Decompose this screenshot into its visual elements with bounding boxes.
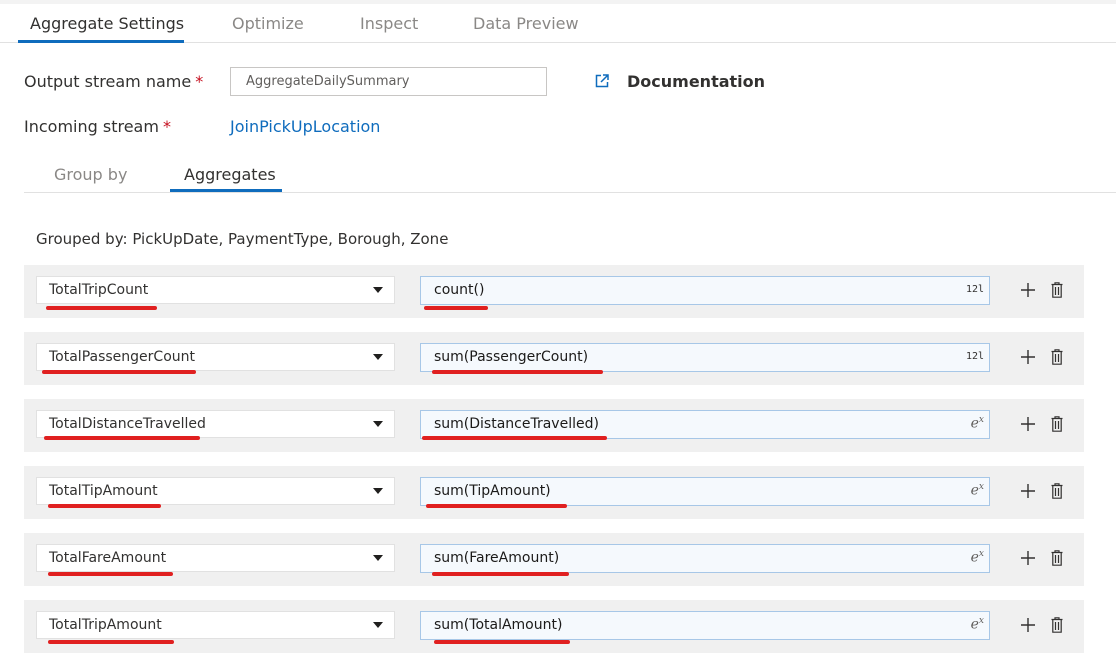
aggregate-row: TotalTripAmount sum(TotalAmount) ex: [24, 600, 1084, 653]
column-name-value: TotalTripCount: [49, 282, 149, 298]
expression-value: sum(DistanceTravelled): [434, 416, 599, 432]
grouped-by-text: Grouped by: PickUpDate, PaymentType, Bor…: [36, 230, 449, 248]
expression-input[interactable]: sum(DistanceTravelled) ex: [420, 410, 990, 439]
tab-aggregates[interactable]: Aggregates: [184, 165, 276, 184]
tab-data-preview[interactable]: Data Preview: [473, 14, 579, 33]
incoming-stream-link[interactable]: JoinPickUpLocation: [230, 117, 380, 136]
aggregate-row: TotalPassengerCount sum(PassengerCount) …: [24, 332, 1084, 385]
active-subtab-indicator: [170, 189, 282, 192]
red-underline-annotation: [46, 306, 157, 310]
expression-value: sum(PassengerCount): [434, 349, 589, 365]
aggregate-row: TotalTripCount count() 12l: [24, 265, 1084, 318]
tab-inspect[interactable]: Inspect: [360, 14, 418, 33]
output-stream-label: Output stream name *: [24, 72, 203, 91]
expression-value: sum(TotalAmount): [434, 617, 563, 633]
chevron-down-icon: [373, 287, 383, 293]
column-name-dropdown[interactable]: TotalDistanceTravelled: [36, 410, 395, 438]
trash-icon[interactable]: [1051, 483, 1063, 499]
red-underline-annotation: [48, 640, 174, 644]
red-underline-annotation: [42, 370, 196, 374]
column-name-value: TotalDistanceTravelled: [49, 416, 206, 432]
expression-value: sum(FareAmount): [434, 550, 560, 566]
trash-icon[interactable]: [1051, 416, 1063, 432]
column-name-dropdown[interactable]: TotalPassengerCount: [36, 343, 395, 371]
red-underline-annotation: [48, 572, 173, 576]
tab-group-by[interactable]: Group by: [54, 165, 127, 184]
aggregate-row: TotalFareAmount sum(FareAmount) ex: [24, 533, 1084, 586]
expression-input[interactable]: sum(FareAmount) ex: [420, 544, 990, 573]
red-underline-annotation: [434, 640, 570, 644]
column-name-value: TotalTipAmount: [49, 483, 158, 499]
trash-icon[interactable]: [1051, 349, 1063, 365]
output-stream-label-text: Output stream name: [24, 72, 192, 91]
expression-input[interactable]: sum(TipAmount) ex: [420, 477, 990, 506]
plus-icon[interactable]: [1020, 416, 1036, 432]
red-underline-annotation: [432, 370, 603, 374]
plus-icon[interactable]: [1020, 617, 1036, 633]
output-stream-name-input[interactable]: AggregateDailySummary: [230, 67, 547, 96]
documentation-link[interactable]: Documentation: [627, 72, 765, 91]
aggregate-row: TotalTipAmount sum(TipAmount) ex: [24, 466, 1084, 519]
trash-icon[interactable]: [1051, 282, 1063, 298]
incoming-stream-label: Incoming stream *: [24, 117, 171, 136]
incoming-stream-label-text: Incoming stream: [24, 117, 159, 136]
expression-type-icon: ex: [970, 482, 984, 499]
column-name-dropdown[interactable]: TotalFareAmount: [36, 544, 395, 572]
aggregate-row: TotalDistanceTravelled sum(DistanceTrave…: [24, 399, 1084, 452]
chevron-down-icon: [373, 421, 383, 427]
tab-optimize[interactable]: Optimize: [232, 14, 304, 33]
red-underline-annotation: [44, 436, 200, 440]
red-underline-annotation: [422, 436, 607, 440]
plus-icon[interactable]: [1020, 349, 1036, 365]
red-underline-annotation: [426, 504, 567, 508]
expression-type-icon: ex: [970, 415, 984, 432]
expression-value: sum(TipAmount): [434, 483, 551, 499]
column-name-dropdown[interactable]: TotalTripAmount: [36, 611, 395, 639]
red-underline-annotation: [424, 306, 488, 310]
expression-input[interactable]: count() 12l: [420, 276, 990, 305]
chevron-down-icon: [373, 354, 383, 360]
column-name-value: TotalTripAmount: [49, 617, 162, 633]
expression-type-icon: ex: [970, 549, 984, 566]
chevron-down-icon: [373, 488, 383, 494]
trash-icon[interactable]: [1051, 617, 1063, 633]
plus-icon[interactable]: [1020, 282, 1036, 298]
chevron-down-icon: [373, 555, 383, 561]
expression-input[interactable]: sum(TotalAmount) ex: [420, 611, 990, 640]
column-name-value: TotalPassengerCount: [49, 349, 195, 365]
column-name-dropdown[interactable]: TotalTripCount: [36, 276, 395, 304]
tab-aggregate-settings[interactable]: Aggregate Settings: [30, 14, 184, 33]
required-marker: *: [162, 117, 171, 136]
expression-value: count(): [434, 282, 485, 298]
integer-type-icon: 12l: [965, 351, 984, 362]
column-name-value: TotalFareAmount: [49, 550, 167, 566]
chevron-down-icon: [373, 622, 383, 628]
main-tab-bar: Aggregate Settings Optimize Inspect Data…: [0, 4, 1116, 43]
plus-icon[interactable]: [1020, 483, 1036, 499]
open-external-icon[interactable]: [594, 73, 610, 89]
expression-type-icon: ex: [970, 616, 984, 633]
integer-type-icon: 12l: [965, 284, 984, 295]
column-name-dropdown[interactable]: TotalTipAmount: [36, 477, 395, 505]
trash-icon[interactable]: [1051, 550, 1063, 566]
active-tab-indicator: [18, 40, 184, 43]
red-underline-annotation: [48, 504, 161, 508]
expression-input[interactable]: sum(PassengerCount) 12l: [420, 343, 990, 372]
required-marker: *: [195, 72, 204, 91]
red-underline-annotation: [432, 572, 569, 576]
plus-icon[interactable]: [1020, 550, 1036, 566]
sub-tab-bar: Group by Aggregates: [24, 158, 1116, 193]
